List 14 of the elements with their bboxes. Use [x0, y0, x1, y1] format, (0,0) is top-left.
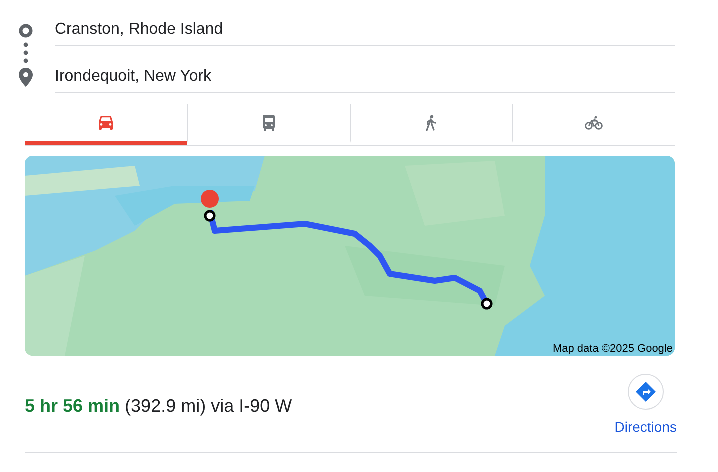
destination-field[interactable]: Irondequoit, New York — [55, 65, 675, 93]
dots-icon — [23, 42, 29, 64]
origin-icon — [19, 24, 33, 38]
directions-icon[interactable] — [628, 374, 664, 410]
bicycle-icon — [585, 116, 604, 130]
map-attribution: Map data ©2025 Google — [552, 343, 673, 355]
car-icon — [98, 116, 114, 130]
trip-details: (392.9 mi) via I-90 W — [125, 396, 292, 416]
origin-field[interactable]: Cranston, Rhode Island — [55, 18, 675, 46]
pin-icon — [19, 68, 33, 87]
trip-duration: 5 hr 56 min — [25, 396, 120, 416]
directions-link[interactable]: Directions — [614, 419, 677, 435]
walking-person-icon — [425, 114, 438, 130]
bus-icon — [262, 114, 276, 130]
